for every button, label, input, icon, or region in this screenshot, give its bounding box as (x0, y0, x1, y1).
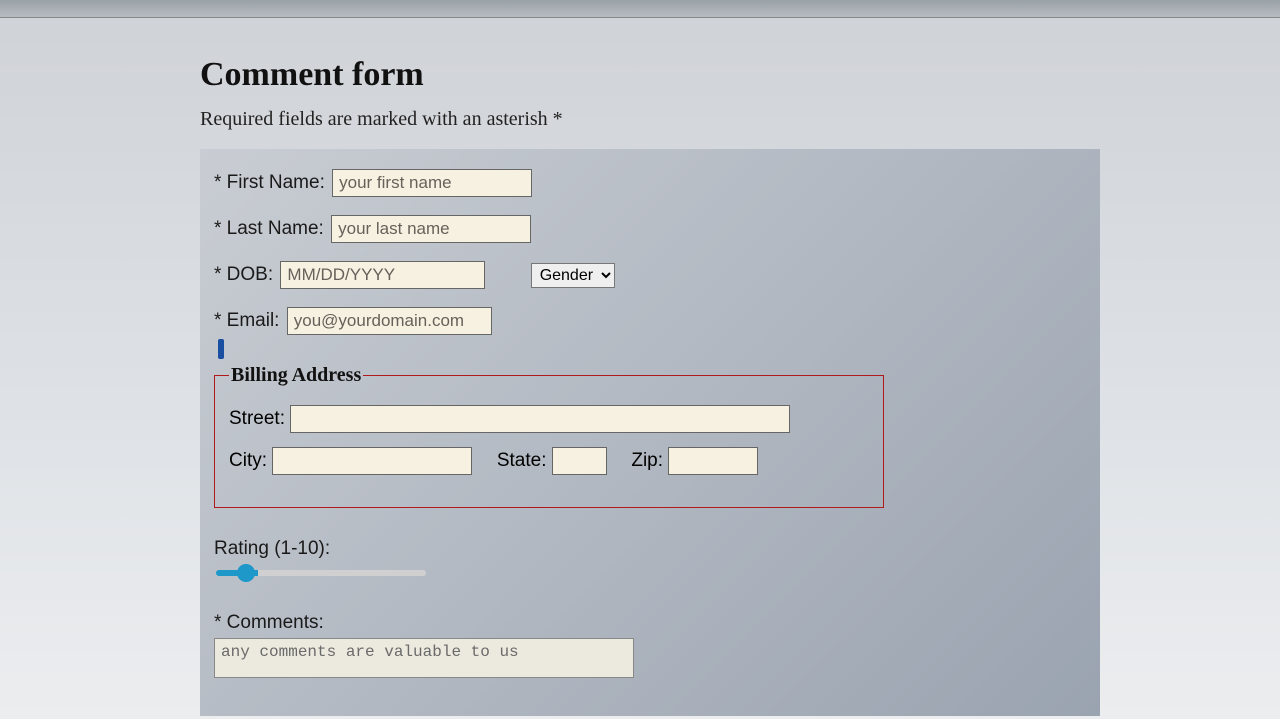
comments-textarea[interactable] (214, 638, 634, 678)
dob-row: * DOB: Gender (214, 261, 1086, 289)
city-state-zip-row: City: State: Zip: (229, 447, 869, 475)
email-input[interactable] (287, 307, 492, 335)
email-row: * Email: (214, 307, 1086, 335)
required-note: Required fields are marked with an aster… (200, 108, 1280, 131)
city-label: City: (229, 450, 267, 471)
first-name-label: * First Name: (214, 172, 325, 193)
rating-slider[interactable] (216, 570, 426, 576)
form-panel: * First Name: * Last Name: * DOB: Gender… (200, 149, 1100, 716)
first-name-row: * First Name: (214, 169, 1086, 197)
comments-row: * Comments: (214, 612, 1086, 678)
first-name-input[interactable] (332, 169, 532, 197)
billing-fieldset: Billing Address Street: City: State: Zip… (214, 364, 884, 508)
last-name-row: * Last Name: (214, 215, 1086, 243)
zip-input[interactable] (668, 447, 758, 475)
zip-label: Zip: (631, 450, 663, 471)
page-title: Comment form (200, 56, 1280, 94)
billing-legend: Billing Address (229, 364, 363, 387)
street-label: Street: (229, 408, 285, 429)
state-input[interactable] (552, 447, 607, 475)
last-name-label: * Last Name: (214, 218, 324, 239)
dob-input[interactable] (280, 261, 485, 289)
state-label: State: (497, 450, 547, 471)
rating-label: Rating (1-10): (214, 538, 1086, 560)
street-row: Street: (229, 405, 869, 433)
app-toolbar-strip (0, 0, 1280, 18)
comments-label: * Comments: (214, 612, 1086, 634)
dob-label: * DOB: (214, 264, 273, 285)
page-container: Comment form Required fields are marked … (0, 18, 1280, 716)
text-cursor-icon (218, 339, 224, 359)
gender-select[interactable]: Gender (531, 263, 615, 288)
city-input[interactable] (272, 447, 472, 475)
last-name-input[interactable] (331, 215, 531, 243)
email-label: * Email: (214, 310, 279, 331)
rating-row: Rating (1-10): (214, 538, 1086, 582)
street-input[interactable] (290, 405, 790, 433)
